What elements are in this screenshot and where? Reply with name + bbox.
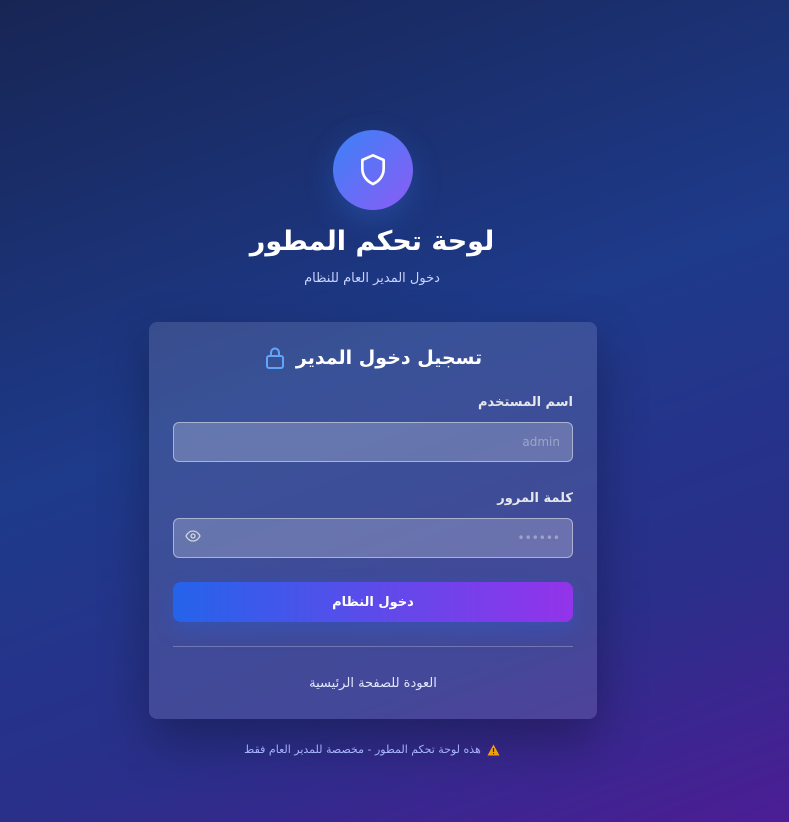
eye-icon[interactable] (185, 528, 201, 544)
username-input[interactable] (173, 422, 573, 462)
logo (333, 130, 413, 210)
footer-text: هذه لوحة تحكم المطور - مخصصة للمدير العا… (244, 743, 481, 756)
shield-icon (357, 152, 389, 188)
footer-notice: هذه لوحة تحكم المطور - مخصصة للمدير العا… (0, 743, 744, 756)
warning-icon (487, 744, 500, 756)
divider (173, 646, 573, 647)
back-home-link[interactable]: العودة للصفحة الرئيسية (149, 676, 597, 691)
page-title: لوحة تحكم المطور (249, 226, 495, 257)
card-title: تسجيل دخول المدير (295, 347, 483, 369)
lock-icon (264, 346, 286, 370)
login-button[interactable]: دخول النظام (173, 582, 573, 622)
username-label: اسم المستخدم (478, 395, 573, 410)
password-input[interactable] (173, 518, 573, 558)
card-header: تسجيل دخول المدير (149, 346, 597, 370)
login-card: تسجيل دخول المدير اسم المستخدم كلمة المر… (149, 322, 597, 719)
password-label: كلمة المرور (497, 491, 573, 506)
page-subtitle: دخول المدير العام للنظام (304, 271, 440, 286)
